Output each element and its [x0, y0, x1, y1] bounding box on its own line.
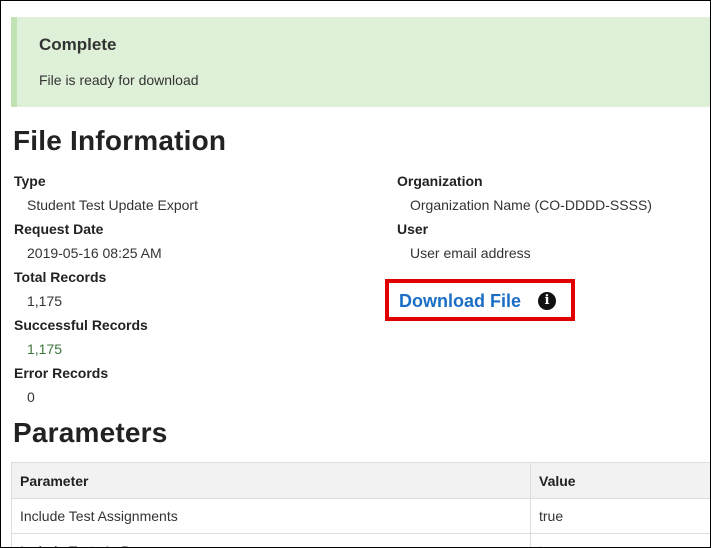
table-header-row: Parameter Value: [11, 462, 710, 499]
alert-message: File is ready for download: [39, 72, 199, 88]
type-label: Type: [14, 173, 46, 189]
table-row: Include Tests In Progress true: [11, 533, 710, 547]
request-date-label: Request Date: [14, 221, 104, 237]
organization-label: Organization: [397, 173, 483, 189]
total-records-value: 1,175: [27, 293, 63, 309]
parameter-value-cell: true: [530, 498, 710, 534]
user-label: User: [397, 221, 429, 237]
column-header-value: Value: [530, 462, 710, 499]
parameters-table: Parameter Value Include Test Assignments…: [11, 462, 710, 547]
success-alert: Complete File is ready for download: [11, 17, 710, 107]
parameter-value-cell: true: [530, 533, 710, 547]
organization-value: Organization Name (CO-DDDD-SSSS): [410, 197, 652, 213]
file-information-heading: File Information: [13, 125, 227, 156]
parameter-name-cell: Include Test Assignments: [11, 498, 531, 534]
request-date-value: 2019-05-16 08:25 AM: [27, 245, 162, 261]
parameters-heading: Parameters: [13, 417, 168, 448]
info-circle-icon[interactable]: i: [538, 292, 556, 310]
page-frame: Complete File is ready for download File…: [0, 0, 711, 548]
table-row: Include Test Assignments true: [11, 498, 710, 534]
error-records-label: Error Records: [14, 365, 109, 381]
successful-records-value: 1,175: [27, 341, 63, 357]
error-records-value: 0: [27, 389, 35, 405]
total-records-label: Total Records: [14, 269, 107, 285]
column-header-parameter: Parameter: [11, 462, 531, 499]
download-highlight-box: Download File i: [385, 279, 575, 321]
alert-title: Complete: [39, 35, 117, 54]
parameter-name-cell: Include Tests In Progress: [11, 533, 531, 547]
download-file-link[interactable]: Download File: [399, 291, 521, 312]
user-value: User email address: [410, 245, 531, 261]
successful-records-label: Successful Records: [14, 317, 148, 333]
type-value: Student Test Update Export: [27, 197, 198, 213]
